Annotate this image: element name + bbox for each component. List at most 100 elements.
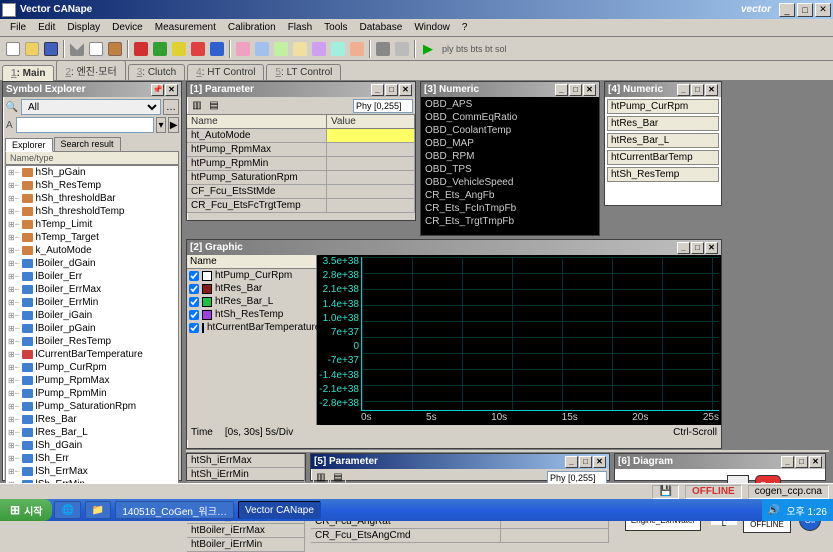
p1-row-0[interactable]: ht_AutoMode bbox=[187, 129, 415, 143]
series-4[interactable]: htCurrentBarTemperature bbox=[187, 321, 316, 334]
symbol-hSh_thresholdTemp[interactable]: ⊞┈hSh_thresholdTemp bbox=[6, 205, 178, 218]
series-check-0[interactable] bbox=[189, 271, 199, 281]
symbol-hSh_pGain[interactable]: ⊞┈hSh_pGain bbox=[6, 166, 178, 179]
numeric3-8[interactable]: CR_Ets_FcInTmpFb bbox=[423, 203, 597, 216]
numeric3-3[interactable]: OBD_MAP bbox=[423, 138, 597, 151]
tool-a[interactable] bbox=[234, 40, 252, 58]
menu-measurement[interactable]: Measurement bbox=[149, 21, 222, 34]
symbol-lSh_Err[interactable]: ⊞┈lSh_Err bbox=[6, 452, 178, 465]
symbol-lRes_Bar_L[interactable]: ⊞┈lRes_Bar_L bbox=[6, 426, 178, 439]
symbol-hSh_ResTemp[interactable]: ⊞┈hSh_ResTemp bbox=[6, 179, 178, 192]
filter-go-button[interactable]: ▶ bbox=[168, 117, 179, 133]
symbol-lBoiler_ErrMax[interactable]: ⊞┈lBoiler_ErrMax bbox=[6, 283, 178, 296]
tool-e[interactable] bbox=[310, 40, 328, 58]
menu-database[interactable]: Database bbox=[354, 21, 409, 34]
panel3-min[interactable]: _ bbox=[555, 84, 568, 96]
symbol-lBoiler_Err[interactable]: ⊞┈lBoiler_Err bbox=[6, 270, 178, 283]
p1-tool-a[interactable]: ▥ bbox=[189, 98, 205, 113]
menubar[interactable]: FileEditDisplayDeviceMeasurementCalibrat… bbox=[0, 19, 833, 37]
filter-scope-select[interactable]: All bbox=[21, 99, 161, 115]
tool-copy[interactable] bbox=[87, 40, 105, 58]
diagram-max[interactable]: □ bbox=[795, 456, 808, 468]
numeric3-6[interactable]: OBD_VehicleSpeed bbox=[423, 177, 597, 190]
p1-row-3[interactable]: htPump_SaturationRpm bbox=[187, 171, 415, 185]
panel5-max[interactable]: □ bbox=[579, 456, 592, 468]
tab-엔진·모터[interactable]: 2: 엔진·모터 bbox=[56, 60, 125, 80]
tool-f[interactable] bbox=[329, 40, 347, 58]
tab-bar[interactable]: 1: Main2: 엔진·모터3: Clutch4: HT Control5: … bbox=[0, 61, 833, 81]
symbol-lSh_ErrMax[interactable]: ⊞┈lSh_ErrMax bbox=[6, 465, 178, 478]
tool-yellow[interactable] bbox=[170, 40, 188, 58]
tool-cut[interactable] bbox=[68, 40, 86, 58]
panel1-min[interactable]: _ bbox=[371, 84, 384, 96]
graphic-plot-area[interactable]: 3.5e+382.8e+382.1e+381.4e+381.0e+387e+37… bbox=[317, 255, 721, 425]
series-check-1[interactable] bbox=[189, 284, 199, 294]
tool-new[interactable] bbox=[4, 40, 22, 58]
menu-file[interactable]: File bbox=[4, 21, 32, 34]
p5row-2[interactable]: CR_Fcu_EtsAngCmd bbox=[311, 529, 609, 543]
menu-flash[interactable]: Flash bbox=[282, 21, 318, 34]
tray-icon[interactable]: 🔊 bbox=[768, 505, 780, 516]
symbol-k_AutoMode[interactable]: ⊞┈k_AutoMode bbox=[6, 244, 178, 257]
panel4-max[interactable]: □ bbox=[691, 84, 704, 96]
quicklaunch-b[interactable]: 📁 bbox=[85, 501, 111, 519]
numeric4-2[interactable]: htRes_Bar_L bbox=[607, 133, 719, 148]
p1-row-4[interactable]: CF_Fcu_EtsStMde bbox=[187, 185, 415, 199]
maximize-button[interactable]: □ bbox=[797, 3, 813, 17]
menu-device[interactable]: Device bbox=[106, 21, 149, 34]
system-tray[interactable]: 🔊 오후 1:26 bbox=[762, 499, 833, 521]
tool-g[interactable] bbox=[348, 40, 366, 58]
symbol-lRes_Bar[interactable]: ⊞┈lRes_Bar bbox=[6, 413, 178, 426]
filter-clear-button[interactable]: … bbox=[163, 99, 179, 115]
symbol-lPump_RpmMin[interactable]: ⊞┈lPump_RpmMin bbox=[6, 387, 178, 400]
explorer-tab-1[interactable]: Search result bbox=[54, 137, 121, 151]
panel4-close[interactable]: ✕ bbox=[705, 84, 718, 96]
menu-window[interactable]: Window bbox=[408, 21, 456, 34]
p5list-6[interactable]: htBoiler_iErrMin bbox=[187, 538, 305, 552]
diagram-min[interactable]: _ bbox=[781, 456, 794, 468]
tool-paste[interactable] bbox=[106, 40, 124, 58]
menu-tools[interactable]: Tools bbox=[318, 21, 353, 34]
symbol-lSh_dGain[interactable]: ⊞┈lSh_dGain bbox=[6, 439, 178, 452]
filter-text-input[interactable] bbox=[16, 117, 154, 133]
symbol-lBoiler_ResTemp[interactable]: ⊞┈lBoiler_ResTemp bbox=[6, 335, 178, 348]
graphic-close[interactable]: ✕ bbox=[705, 242, 718, 254]
series-check-4[interactable] bbox=[189, 323, 199, 333]
symbol-hSh_thresholdBar[interactable]: ⊞┈hSh_thresholdBar bbox=[6, 192, 178, 205]
symbol-hTemp_Target[interactable]: ⊞┈hTemp_Target bbox=[6, 231, 178, 244]
p5list-0[interactable]: htSh_iErrMax bbox=[187, 454, 305, 468]
task-1[interactable]: Vector CANape bbox=[238, 501, 321, 519]
numeric3-4[interactable]: OBD_RPM bbox=[423, 151, 597, 164]
panel5-min[interactable]: _ bbox=[565, 456, 578, 468]
tab-Main[interactable]: 1: Main bbox=[2, 65, 54, 81]
symbol-lPump_CurRpm[interactable]: ⊞┈lPump_CurRpm bbox=[6, 361, 178, 374]
explorer-close-button[interactable]: ✕ bbox=[165, 84, 178, 96]
series-check-2[interactable] bbox=[189, 297, 199, 307]
symbol-lBoiler_dGain[interactable]: ⊞┈lBoiler_dGain bbox=[6, 257, 178, 270]
p1-phy-input[interactable] bbox=[353, 99, 413, 113]
series-2[interactable]: htRes_Bar_L bbox=[187, 295, 316, 308]
tool-d[interactable] bbox=[291, 40, 309, 58]
explorer-tab-0[interactable]: Explorer bbox=[5, 138, 53, 152]
numeric4-3[interactable]: htCurrentBarTemp bbox=[607, 150, 719, 165]
explorer-tabs[interactable]: ExplorerSearch result bbox=[3, 135, 181, 151]
symbol-hTemp_Limit[interactable]: ⊞┈hTemp_Limit bbox=[6, 218, 178, 231]
numeric3-1[interactable]: OBD_CommEqRatio bbox=[423, 112, 597, 125]
panel3-max[interactable]: □ bbox=[569, 84, 582, 96]
tool-save[interactable] bbox=[42, 40, 60, 58]
symbol-lCurrentBarTemperature[interactable]: ⊞┈lCurrentBarTemperature bbox=[6, 348, 178, 361]
tab-LT Control[interactable]: 5: LT Control bbox=[266, 64, 341, 80]
tool-b[interactable] bbox=[253, 40, 271, 58]
series-1[interactable]: htRes_Bar bbox=[187, 282, 316, 295]
series-0[interactable]: htPump_CurRpm bbox=[187, 269, 316, 282]
panel1-max[interactable]: □ bbox=[385, 84, 398, 96]
tool-i[interactable] bbox=[393, 40, 411, 58]
panel5-close[interactable]: ✕ bbox=[593, 456, 606, 468]
p1-row-2[interactable]: htPump_RpmMin bbox=[187, 157, 415, 171]
symbol-lBoiler_iGain[interactable]: ⊞┈lBoiler_iGain bbox=[6, 309, 178, 322]
task-0[interactable]: 140516_CoGen_워크… bbox=[115, 501, 234, 519]
p5list-5[interactable]: htBoiler_iErrMax bbox=[187, 524, 305, 538]
symbol-lPump_SaturationRpm[interactable]: ⊞┈lPump_SaturationRpm bbox=[6, 400, 178, 413]
tool-open[interactable] bbox=[23, 40, 41, 58]
symbol-lPump_RpmMax[interactable]: ⊞┈lPump_RpmMax bbox=[6, 374, 178, 387]
